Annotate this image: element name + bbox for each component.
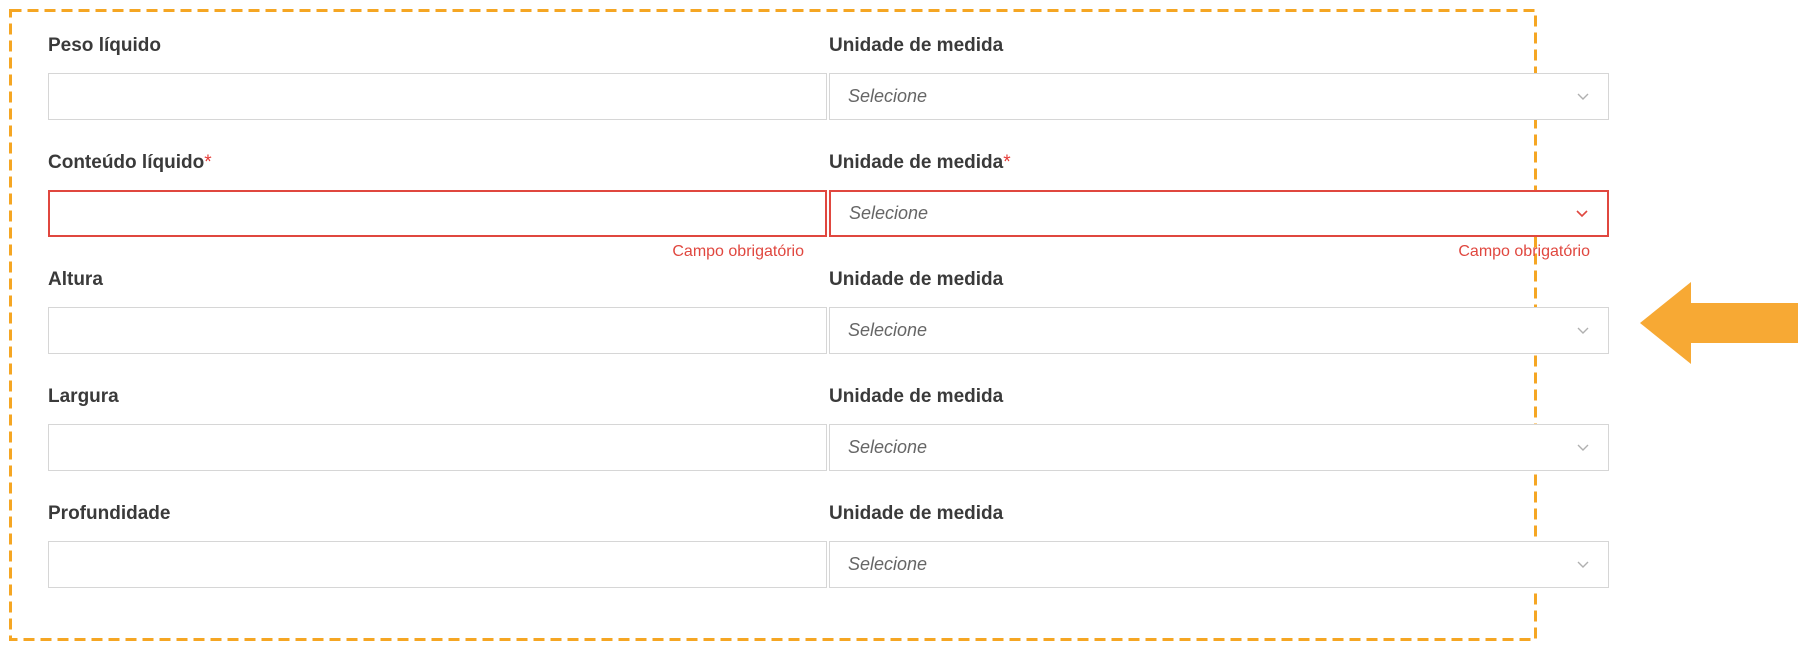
peso-liquido-input[interactable] [48, 73, 827, 120]
largura-unit-select[interactable]: Selecione [829, 424, 1609, 471]
select-value: Selecione [848, 554, 928, 574]
profundidade-input[interactable] [48, 541, 827, 588]
conteudo-liquido-label: Conteúdo líquido* [48, 152, 212, 173]
chevron-down-icon [1576, 210, 1588, 218]
select-value: Selecione [848, 86, 928, 106]
chevron-down-icon [1577, 561, 1589, 568]
arrow-left-icon [1640, 282, 1798, 364]
largura-unit-label: Unidade de medida [829, 386, 1004, 407]
altura-input[interactable] [48, 307, 827, 354]
conteudo-liquido-unit-label: Unidade de medida* [829, 152, 1011, 173]
peso-liquido-unit-select[interactable]: Selecione [829, 73, 1609, 120]
conteudo-liquido-error: Campo obrigatório [672, 243, 804, 260]
profundidade-label: Profundidade [48, 503, 171, 524]
profundidade-unit-label: Unidade de medida [829, 503, 1004, 524]
required-asterisk: * [204, 152, 212, 173]
required-asterisk: * [1003, 152, 1011, 173]
altura-unit-label: Unidade de medida [829, 269, 1004, 290]
select-value: Selecione [848, 320, 928, 340]
conteudo-liquido-input[interactable] [48, 190, 827, 237]
chevron-down-icon [1577, 93, 1589, 100]
peso-liquido-label: Peso líquido [48, 35, 161, 56]
chevron-down-icon [1577, 327, 1589, 334]
altura-label: Altura [48, 269, 103, 290]
conteudo-liquido-unit-select[interactable]: Selecione [829, 190, 1609, 237]
altura-unit-select[interactable]: Selecione [829, 307, 1609, 354]
select-value: Selecione [848, 437, 928, 457]
select-value: Selecione [849, 203, 929, 223]
profundidade-unit-select[interactable]: Selecione [829, 541, 1609, 588]
largura-input[interactable] [48, 424, 827, 471]
chevron-down-icon [1577, 444, 1589, 451]
largura-label: Largura [48, 386, 119, 407]
peso-liquido-unit-label: Unidade de medida [829, 35, 1004, 56]
conteudo-liquido-unit-error: Campo obrigatório [1458, 243, 1590, 260]
